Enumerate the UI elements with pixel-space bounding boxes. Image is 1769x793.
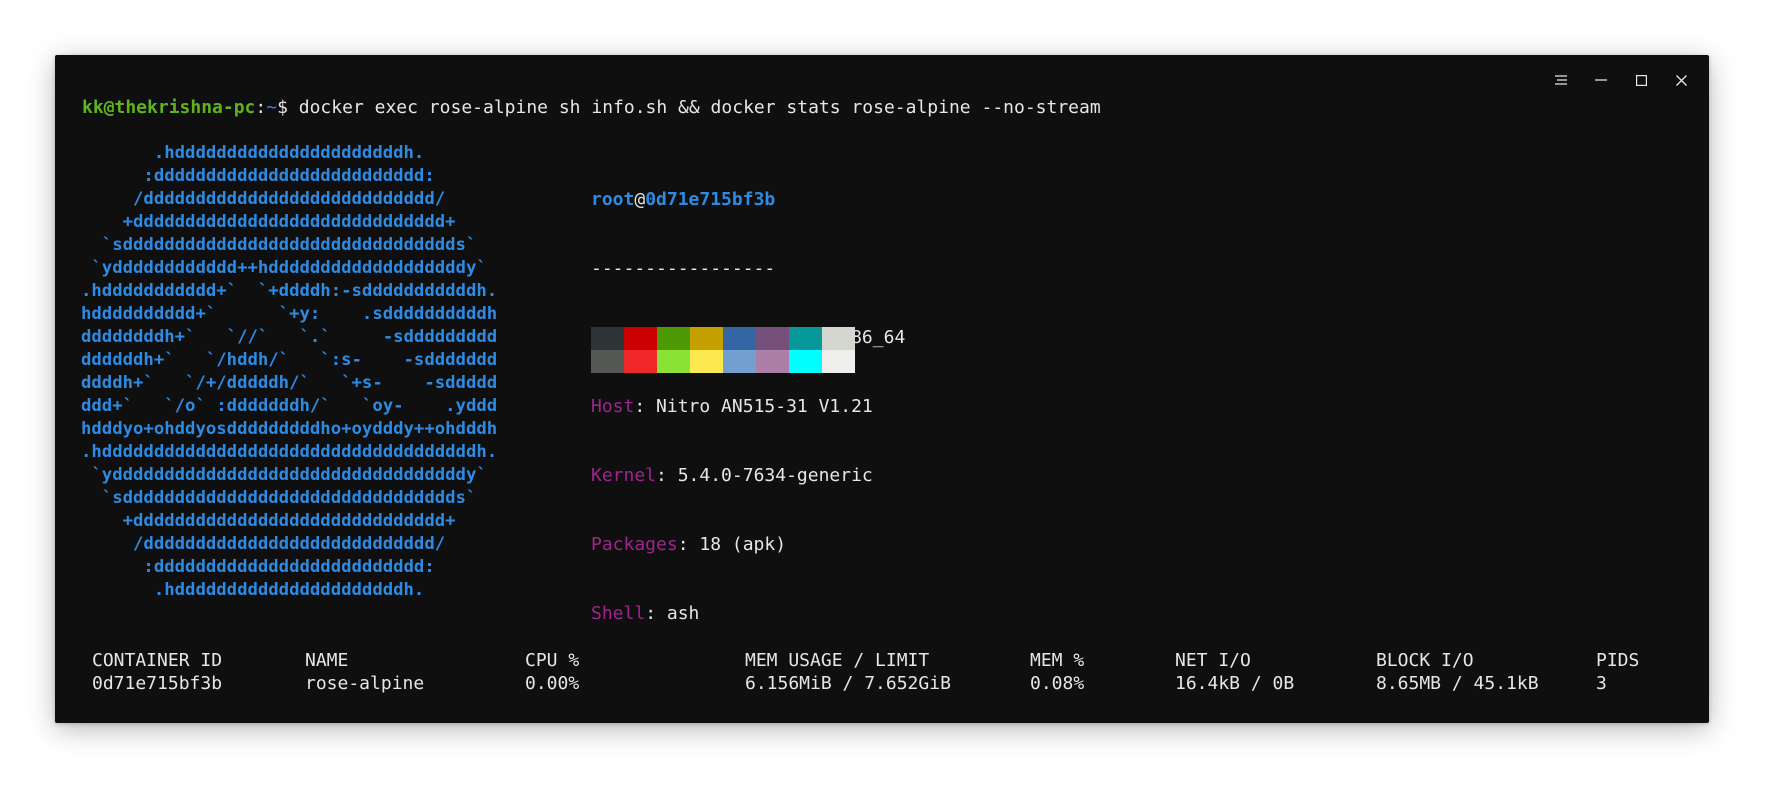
menu-icon[interactable] [1545,67,1577,93]
stats-column-header: MEM USAGE / LIMIT [745,650,930,671]
info-key: Shell [591,603,646,624]
window-controls [1545,67,1697,93]
color-swatch [591,350,624,373]
stats-column-header: NET I/O [1175,650,1251,671]
info-value: : Nitro AN515-31 V1.21 [634,396,873,417]
stats-cell: 0.00% [525,673,580,694]
info-row-packages: Packages: 18 (apk) [591,533,905,556]
color-swatch [690,327,723,350]
terminal-window[interactable]: kk@thekrishna-pc:~$ docker exec rose-alp… [55,55,1709,723]
alpine-ascii-logo: .hddddddddddddddddddddddh. :dddddddddddd… [81,143,498,600]
info-value: : 5.4.0-7634-generic [656,465,873,486]
color-swatch [789,327,822,350]
prompt-user-host: kk@thekrishna-pc [82,97,256,118]
info-row-host: Host: Nitro AN515-31 V1.21 [591,395,905,418]
stats-cell: 16.4kB / 0B [1175,673,1295,694]
color-swatch [624,327,657,350]
color-swatch [591,327,624,350]
stats-column-header: PIDS [1596,650,1640,671]
color-swatch [822,327,855,350]
color-swatch [657,350,690,373]
color-swatch [822,350,855,373]
color-swatch [756,350,789,373]
stats-column-header: NAME [305,650,349,671]
stats-cell: rose-alpine [305,673,425,694]
info-value: : 18 (apk) [677,534,787,555]
prompt-separator: : [255,97,267,118]
user-host-line: root@0d71e715bf3b [591,188,905,211]
info-key: Kernel [591,465,657,486]
info-key: Host [591,396,635,417]
system-info: root@0d71e715bf3b ----------------- OS: … [591,142,905,671]
prompt-symbol: $ [277,97,288,118]
color-swatch [723,350,756,373]
minimize-icon[interactable] [1585,67,1617,93]
info-at: @ [634,189,646,210]
stats-cell: 0.08% [1030,673,1085,694]
info-row-kernel: Kernel: 5.4.0-7634-generic [591,464,905,487]
stats-column-header: MEM % [1030,650,1085,671]
maximize-icon[interactable] [1625,67,1657,93]
info-user: root [591,189,635,210]
stats-cell: 8.65MB / 45.1kB [1376,673,1539,694]
stats-cell: 0d71e715bf3b [92,673,223,694]
command-text: docker exec rose-alpine sh info.sh && do… [287,97,1101,118]
color-swatch [723,327,756,350]
info-key: Packages [591,534,678,555]
command-prompt-line: kk@thekrishna-pc:~$ docker exec rose-alp… [82,96,1101,119]
color-swatch [756,327,789,350]
color-swatch [789,350,822,373]
stats-column-header: CONTAINER ID [92,650,223,671]
stats-cell: 3 [1596,673,1607,694]
color-swatch [657,327,690,350]
info-divider: ----------------- [591,258,776,279]
info-host: 0d71e715bf3b [645,189,776,210]
color-swatch [690,350,723,373]
stats-column-header: BLOCK I/O [1376,650,1474,671]
info-value: : ash [645,603,700,624]
color-palette [591,327,855,373]
stats-cell: 6.156MiB / 7.652GiB [745,673,951,694]
close-icon[interactable] [1665,67,1697,93]
prompt-path: ~ [266,97,278,118]
info-row-shell: Shell: ash [591,602,905,625]
stats-column-header: CPU % [525,650,580,671]
color-swatch [624,350,657,373]
